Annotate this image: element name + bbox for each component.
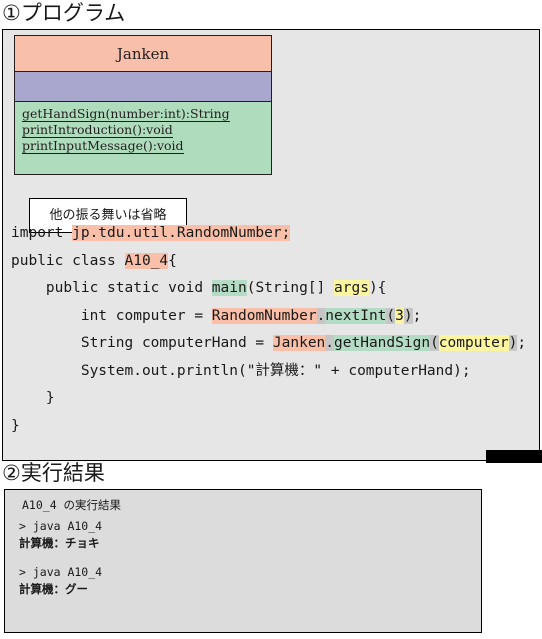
code-token-highlighted: A10_4 bbox=[124, 252, 169, 269]
code-token: (String[] bbox=[246, 280, 335, 296]
uml-class-box: Janken getHandSign(number:int):String pr… bbox=[14, 35, 272, 175]
code-token-highlighted: computer bbox=[438, 335, 509, 351]
page-title-result: ②実行結果 bbox=[2, 461, 105, 485]
result-command: > java A10_4 bbox=[19, 519, 103, 533]
result-output: 計算機：チョキ bbox=[19, 536, 100, 550]
code-token: public static void bbox=[11, 280, 212, 296]
code-token-highlighted: ( bbox=[386, 307, 396, 324]
result-output: 計算機：グー bbox=[19, 582, 88, 596]
uml-class-name: Janken bbox=[15, 36, 271, 72]
code-token-highlighted: . bbox=[325, 335, 335, 351]
uml-operation-row: getHandSign(number:int):String bbox=[15, 106, 271, 122]
code-token: String computerHand = bbox=[11, 335, 273, 351]
uml-attributes-compartment bbox=[15, 72, 271, 102]
code-token-highlighted: 3 bbox=[395, 307, 404, 324]
uml-operation-row: printIntroduction():void bbox=[15, 122, 271, 138]
code-token: ; bbox=[412, 307, 422, 324]
code-token-highlighted: main bbox=[211, 280, 247, 296]
code-token-highlighted: getHandSign bbox=[334, 335, 431, 351]
code-token: } bbox=[11, 417, 20, 434]
code-line: } bbox=[11, 413, 526, 441]
code-line: System.out.println("計算機：" + computerHand… bbox=[11, 358, 526, 386]
uml-operation-label: getHandSign(number:int):String bbox=[22, 106, 230, 122]
uml-operation-label: printInputMessage():void bbox=[22, 138, 184, 154]
code-token-highlighted: jp.tdu.util.RandomNumber; bbox=[72, 225, 291, 241]
code-line: public static void main(String[] args){ bbox=[11, 275, 526, 303]
code-token-highlighted: Janken bbox=[272, 335, 326, 351]
code-line: String computerHand = Janken.getHandSign… bbox=[11, 330, 526, 358]
code-token: public class bbox=[11, 252, 125, 269]
uml-operation-label: printIntroduction():void bbox=[22, 122, 173, 138]
code-line: int computer = RandomNumber.nextInt(3); bbox=[11, 303, 526, 331]
code-token-highlighted: ( bbox=[430, 335, 439, 351]
code-token-highlighted: ) bbox=[403, 307, 413, 324]
code-token: int computer = bbox=[11, 307, 212, 324]
code-line: } bbox=[11, 385, 526, 413]
code-token: ){ bbox=[368, 280, 387, 296]
code-token-highlighted: nextInt bbox=[325, 307, 387, 324]
source-code-block: import jp.tdu.util.RandomNumber; public c… bbox=[11, 220, 526, 440]
code-token-highlighted: args bbox=[334, 280, 369, 296]
code-token: ; bbox=[517, 335, 527, 351]
uml-operation-row: printInputMessage():void bbox=[15, 138, 271, 154]
code-token: } bbox=[11, 390, 55, 406]
result-title: A10_4 の実行結果 bbox=[22, 498, 122, 512]
code-token: System.out.println("計算機：" + computerHand… bbox=[11, 362, 471, 379]
execution-result-panel: A10_4 の実行結果 > java A10_4 計算機：チョキ > java … bbox=[4, 489, 482, 633]
result-command: > java A10_4 bbox=[19, 565, 103, 579]
code-line: import jp.tdu.util.RandomNumber; bbox=[11, 220, 526, 248]
code-token-highlighted: . bbox=[316, 307, 326, 324]
code-token: { bbox=[168, 252, 177, 269]
code-line: public class A10_4{ bbox=[11, 248, 526, 276]
program-panel: Janken getHandSign(number:int):String pr… bbox=[2, 29, 540, 461]
uml-operations-compartment: getHandSign(number:int):String printIntr… bbox=[15, 102, 271, 174]
page-title-program: ①プログラム bbox=[2, 1, 126, 25]
code-token: import bbox=[11, 225, 73, 241]
code-token-highlighted: RandomNumber bbox=[211, 307, 317, 324]
black-bar-artifact bbox=[486, 450, 542, 463]
